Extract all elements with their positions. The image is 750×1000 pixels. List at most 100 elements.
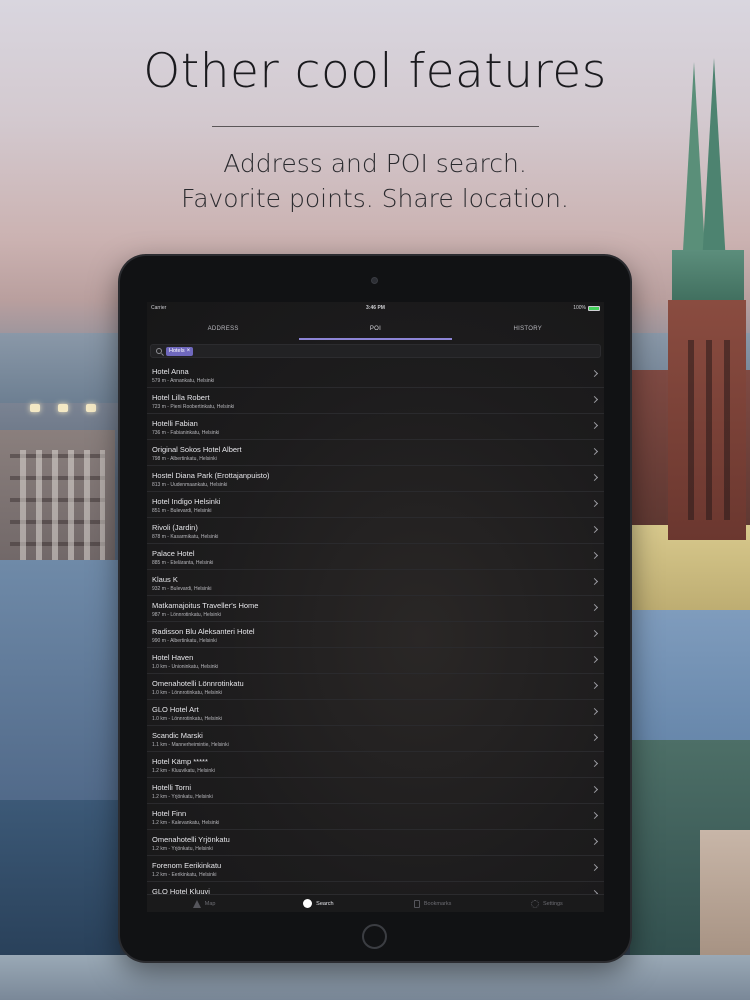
list-item[interactable]: Matkamajoitus Traveller's Home 987 m - Lö…: [147, 596, 604, 622]
list-item[interactable]: Hotel Indigo Helsinki 851 m - Bulevardi, …: [147, 492, 604, 518]
list-item[interactable]: GLO Hotel Kluuvi: [147, 882, 604, 894]
chevron-right-icon: [590, 473, 599, 482]
poi-detail: 1.1 km - Mannerheimintie, Helsinki: [152, 741, 229, 748]
list-item[interactable]: Rivoli (Jardin) 878 m - Kasarmikatu, Hels…: [147, 518, 604, 544]
search-input[interactable]: Hotels ×: [150, 344, 601, 358]
results-list[interactable]: Hotel Anna 579 m - Annankatu, Helsinki Hot…: [147, 362, 604, 894]
chevron-right-icon: [590, 733, 599, 742]
ipad-device: Carrier 3:46 PM 100% ADDRESS POI HISTORY…: [120, 256, 630, 961]
poi-detail: 1.0 km - Lönnrotinkatu, Helsinki: [152, 715, 223, 722]
chevron-right-icon: [590, 837, 599, 846]
poi-name: Klaus K: [152, 575, 178, 584]
tabbar-label: Map: [204, 900, 216, 907]
list-item[interactable]: Forenom Eerikinkatu 1.2 km - Eerikinkatu,…: [147, 856, 604, 882]
chevron-right-icon: [590, 447, 599, 456]
search-icon: [303, 899, 313, 908]
chevron-right-icon: [590, 603, 599, 612]
chevron-right-icon: [590, 681, 599, 690]
title-divider: [212, 126, 539, 127]
list-item[interactable]: Hotel Haven 1.0 km - Unioninkatu, Helsink…: [147, 648, 604, 674]
poi-name: Omenahotelli Yrjönkatu: [152, 835, 230, 844]
chevron-right-icon: [590, 759, 599, 768]
tabbar-item-bookmarks[interactable]: Bookmarks: [376, 895, 490, 912]
status-bar: Carrier 3:46 PM 100%: [147, 302, 604, 315]
poi-detail: 1.2 km - Yrjönkatu, Helsinki: [152, 793, 213, 800]
tabbar-label: Bookmarks: [423, 900, 452, 907]
poi-name: Hotelli Fabian: [152, 419, 198, 428]
poi-detail: 1.2 km - Yrjönkatu, Helsinki: [152, 845, 213, 852]
list-item[interactable]: Hotelli Torni 1.2 km - Yrjönkatu, Helsink…: [147, 778, 604, 804]
poi-detail: 932 m - Bulevardi, Helsinki: [152, 585, 212, 592]
chevron-right-icon: [590, 369, 599, 378]
status-right: 100%: [573, 305, 600, 311]
poi-name: Rivoli (Jardin): [152, 523, 198, 532]
poi-name: Palace Hotel: [152, 549, 195, 558]
list-item[interactable]: Palace Hotel 885 m - Eteläranta, Helsinki: [147, 544, 604, 570]
chevron-right-icon: [590, 499, 599, 508]
tabbar-item-search[interactable]: Search: [261, 895, 375, 912]
chevron-right-icon: [590, 707, 599, 716]
tab-history[interactable]: HISTORY: [452, 321, 604, 339]
poi-name: Hotel Kämp *****: [152, 757, 208, 766]
list-item[interactable]: Original Sokos Hotel Albert 798 m - Alber…: [147, 440, 604, 466]
category-chip[interactable]: Hotels ×: [166, 347, 194, 356]
list-item[interactable]: Hotel Kämp ***** 1.2 km - Kluuvikatu, Hel…: [147, 752, 604, 778]
poi-name: Hotel Lilla Robert: [152, 393, 210, 402]
chip-label: Hotels: [169, 348, 185, 354]
list-item[interactable]: Hostel Diana Park (Erottajanpuisto) 813 m…: [147, 466, 604, 492]
bookmark-icon: [413, 899, 420, 908]
church-windows: [676, 340, 738, 520]
gear-icon: [530, 899, 539, 908]
light: [58, 404, 68, 412]
poi-name: GLO Hotel Art: [152, 705, 199, 714]
home-button[interactable]: [362, 924, 387, 949]
chevron-right-icon: [590, 811, 599, 820]
poi-name: Hotel Anna: [152, 367, 189, 376]
poi-name: Forenom Eerikinkatu: [152, 861, 222, 870]
list-item[interactable]: GLO Hotel Art 1.0 km - Lönnrotinkatu, Hel…: [147, 700, 604, 726]
poi-name: Matkamajoitus Traveller's Home: [152, 601, 259, 610]
poi-name: Hostel Diana Park (Erottajanpuisto): [152, 471, 270, 480]
tab-poi[interactable]: POI: [299, 321, 452, 340]
list-item[interactable]: Omenahotelli Lönnrotinkatu 1.0 km - Lönnr…: [147, 674, 604, 700]
status-time: 3:46 PM: [366, 305, 385, 311]
building: [0, 955, 750, 1000]
light: [30, 404, 40, 412]
poi-detail: 1.2 km - Kluuvikatu, Helsinki: [152, 767, 215, 774]
chevron-right-icon: [590, 863, 599, 872]
poi-detail: 798 m - Albertinkatu, Helsinki: [152, 455, 217, 462]
poi-detail: 990 m - Albertinkatu, Helsinki: [152, 637, 217, 644]
app-screen: Carrier 3:46 PM 100% ADDRESS POI HISTORY…: [147, 302, 604, 912]
poi-name: Omenahotelli Lönnrotinkatu: [152, 679, 244, 688]
search-icon: [156, 348, 162, 354]
list-item[interactable]: Scandic Marski 1.1 km - Mannerheimintie, …: [147, 726, 604, 752]
list-item[interactable]: Omenahotelli Yrjönkatu 1.2 km - Yrjönkatu…: [147, 830, 604, 856]
poi-detail: 885 m - Eteläranta, Helsinki: [152, 559, 214, 566]
list-item[interactable]: Hotel Anna 579 m - Annankatu, Helsinki: [147, 362, 604, 388]
chevron-right-icon: [590, 785, 599, 794]
bottom-tab-bar: Map Search Bookmarks Settings: [147, 894, 604, 912]
list-item[interactable]: Hotelli Fabian 736 m - Fabianinkatu, Hels…: [147, 414, 604, 440]
map-icon: [192, 899, 201, 908]
poi-name: Radisson Blu Aleksanteri Hotel: [152, 627, 255, 636]
list-item[interactable]: Radisson Blu Aleksanteri Hotel 990 m - Al…: [147, 622, 604, 648]
chevron-right-icon: [590, 655, 599, 664]
list-item[interactable]: Hotel Finn 1.2 km - Kalevankatu, Helsinki: [147, 804, 604, 830]
close-icon[interactable]: ×: [187, 347, 191, 356]
chevron-right-icon: [590, 577, 599, 586]
tabbar-item-map[interactable]: Map: [147, 895, 261, 912]
search-mode-tabs: ADDRESS POI HISTORY: [147, 321, 604, 340]
poi-name: Hotel Indigo Helsinki: [152, 497, 221, 506]
list-item[interactable]: Klaus K 932 m - Bulevardi, Helsinki: [147, 570, 604, 596]
poi-detail: 1.0 km - Lönnrotinkatu, Helsinki: [152, 689, 223, 696]
chevron-right-icon: [590, 421, 599, 430]
tabbar-item-settings[interactable]: Settings: [490, 895, 604, 912]
list-item[interactable]: Hotel Lilla Robert 723 m - Pieni Rooberti…: [147, 388, 604, 414]
poi-detail: 1.0 km - Unioninkatu, Helsinki: [152, 663, 219, 670]
tab-address[interactable]: ADDRESS: [147, 321, 299, 339]
subtitle-line-2: Favorite points. Share location.: [181, 184, 569, 213]
poi-name: Original Sokos Hotel Albert: [152, 445, 242, 454]
subtitle-line-1: Address and POI search.: [223, 149, 527, 178]
poi-detail: 987 m - Lönnrotinkatu, Helsinki: [152, 611, 221, 618]
poi-name: Hotel Finn: [152, 809, 187, 818]
